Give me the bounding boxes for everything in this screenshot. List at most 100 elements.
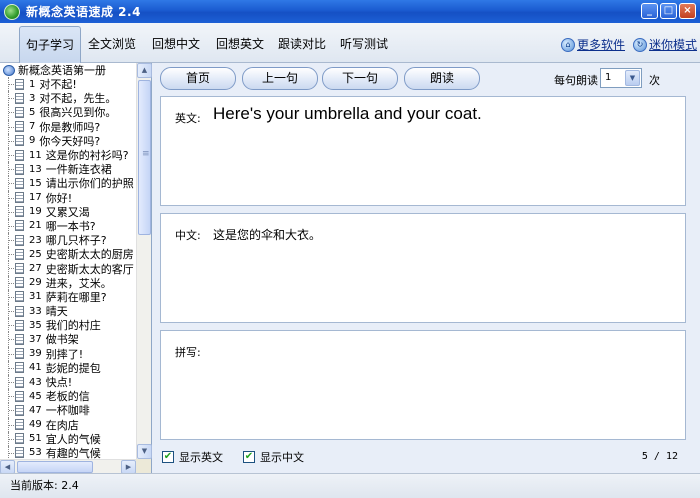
- lesson-item[interactable]: 51 宜人的气候: [0, 431, 136, 447]
- horizontal-scroll-thumb[interactable]: [17, 461, 93, 473]
- lesson-number: 41: [29, 362, 42, 374]
- scroll-up-arrow-icon[interactable]: ▲: [137, 63, 152, 78]
- scroll-corner: [136, 459, 151, 473]
- lesson-item[interactable]: 27 史密斯太太的客厅: [0, 261, 136, 276]
- lesson-item[interactable]: 53 有趣的气候: [0, 445, 136, 459]
- lesson-number: 3: [29, 92, 36, 104]
- tab-follow-read[interactable]: 跟读对比: [276, 33, 328, 55]
- chinese-label: 中文:: [175, 229, 201, 242]
- scroll-left-arrow-icon[interactable]: ◀: [0, 460, 15, 474]
- lesson-item[interactable]: 23 哪几只杯子?: [0, 233, 136, 248]
- english-label: 英文:: [175, 112, 201, 125]
- tab-bar: 句子学习 全文浏览 回想中文 回想英文 跟读对比 听写测试 ⌂ 更多软件 ↻ 迷…: [0, 23, 700, 63]
- tab-recall-chinese[interactable]: 回想中文: [150, 33, 202, 55]
- tree-root[interactable]: 新概念英语第一册: [0, 63, 136, 77]
- lesson-item[interactable]: 39 别摔了!: [0, 346, 136, 361]
- lesson-item[interactable]: 35 我们的村庄: [0, 318, 136, 333]
- document-icon: [15, 135, 24, 147]
- lesson-number: 43: [29, 376, 42, 388]
- document-icon: [15, 78, 24, 90]
- lesson-number: 45: [29, 390, 42, 402]
- lesson-item[interactable]: 47 一杯咖啡: [0, 403, 136, 418]
- sentence-progress: 5 / 12: [641, 451, 678, 462]
- english-panel: 英文: Here's your umbrella and your coat.: [160, 96, 686, 206]
- english-sentence: Here's your umbrella and your coat.: [213, 104, 482, 123]
- lesson-item[interactable]: 11 这是你的衬衫吗?: [0, 147, 136, 163]
- document-icon: [15, 419, 24, 431]
- read-aloud-button[interactable]: 朗读: [404, 67, 480, 90]
- maximize-button[interactable]: □: [660, 3, 677, 19]
- chevron-down-icon[interactable]: ▼: [625, 70, 640, 86]
- lesson-item[interactable]: 1 对不起!: [0, 77, 136, 92]
- scroll-down-arrow-icon[interactable]: ▼: [137, 444, 152, 459]
- document-icon: [15, 248, 24, 260]
- document-icon: [15, 348, 24, 360]
- previous-sentence-button[interactable]: 上一句: [242, 67, 318, 90]
- close-button[interactable]: ×: [679, 3, 696, 19]
- lesson-item[interactable]: 21 哪一本书?: [0, 218, 136, 234]
- lesson-number: 53: [29, 447, 42, 459]
- scroll-right-arrow-icon[interactable]: ▶: [121, 460, 136, 474]
- repeat-label: 每句朗读: [554, 74, 598, 87]
- lesson-number: 37: [29, 333, 42, 345]
- tab-dictation[interactable]: 听写测试: [338, 33, 390, 55]
- lesson-item[interactable]: 7 你是教师吗?: [0, 119, 136, 134]
- tree-horizontal-scrollbar[interactable]: ◀ ▶: [0, 459, 136, 474]
- repeat-count-select[interactable]: 1 ▼: [600, 68, 642, 88]
- tree-vertical-scrollbar[interactable]: ▲ ▼: [136, 63, 152, 459]
- document-icon: [15, 163, 24, 175]
- tab-recall-english[interactable]: 回想英文: [214, 33, 266, 55]
- mini-mode-label: 迷你模式: [649, 38, 698, 52]
- lesson-number: 5: [29, 106, 36, 118]
- document-icon: [15, 319, 24, 331]
- lesson-item[interactable]: 37 做书架: [0, 332, 136, 347]
- document-icon: [15, 390, 24, 402]
- lesson-number: 29: [29, 277, 42, 289]
- document-icon: [15, 447, 24, 459]
- lesson-item[interactable]: 41 彭妮的提包: [0, 360, 136, 376]
- document-icon: [15, 92, 24, 104]
- minimize-button[interactable]: _: [641, 3, 658, 19]
- document-icon: [15, 291, 24, 303]
- lesson-item[interactable]: 45 老板的信: [0, 389, 136, 404]
- lesson-item[interactable]: 13 一件新连衣裙: [0, 162, 136, 177]
- next-sentence-button[interactable]: 下一句: [322, 67, 398, 90]
- dictation-panel[interactable]: 拼写:: [160, 330, 686, 440]
- lesson-item[interactable]: 49 在肉店: [0, 417, 136, 432]
- lesson-item[interactable]: 31 萨莉在哪里?: [0, 289, 136, 305]
- lesson-number: 51: [29, 433, 42, 445]
- lesson-item[interactable]: 43 快点!: [0, 374, 136, 390]
- tab-sentence-study[interactable]: 句子学习: [19, 26, 81, 63]
- lesson-item[interactable]: 9 你今天好吗?: [0, 133, 136, 149]
- show-english-label[interactable]: 显示英文: [179, 449, 223, 465]
- lesson-number: 49: [29, 419, 42, 431]
- tab-full-text[interactable]: 全文浏览: [86, 33, 138, 55]
- lesson-item[interactable]: 17 你好!: [0, 190, 136, 205]
- lesson-item[interactable]: 25 史密斯太太的厨房: [0, 247, 136, 262]
- mini-mode-link[interactable]: ↻ 迷你模式: [633, 36, 697, 53]
- show-chinese-label[interactable]: 显示中文: [260, 449, 304, 465]
- lesson-tree[interactable]: 新概念英语第一册 1 对不起! 3 对不起，先生。 5 很高兴见到你。 7 你是教师吗? 9 你今…: [0, 63, 136, 459]
- version-status: 当前版本: 2.4: [10, 479, 79, 492]
- lesson-item[interactable]: 33 晴天: [0, 304, 136, 319]
- status-bar: 当前版本: 2.4: [0, 473, 700, 498]
- show-english-checkbox[interactable]: ✔: [162, 451, 174, 463]
- vertical-scroll-thumb[interactable]: [138, 80, 151, 235]
- lesson-number: 7: [29, 121, 36, 133]
- lesson-item[interactable]: 5 很高兴见到你。: [0, 105, 136, 120]
- lesson-sidebar: 新概念英语第一册 1 对不起! 3 对不起，先生。 5 很高兴见到你。 7 你是教师吗? 9 你今…: [0, 63, 152, 474]
- lesson-number: 47: [29, 404, 42, 416]
- lesson-item[interactable]: 3 对不起，先生。: [0, 91, 136, 106]
- home-icon: ⌂: [561, 37, 575, 52]
- lesson-number: 31: [29, 291, 42, 303]
- lesson-item[interactable]: 15 请出示你们的护照: [0, 176, 136, 191]
- document-icon: [15, 404, 24, 416]
- lesson-item[interactable]: 29 进来，艾米。: [0, 275, 136, 291]
- more-software-link[interactable]: ⌂ 更多软件: [561, 36, 625, 53]
- first-button[interactable]: 首页: [160, 67, 236, 90]
- show-chinese-checkbox[interactable]: ✔: [243, 451, 255, 463]
- lesson-item[interactable]: 19 又累又渴: [0, 204, 136, 220]
- lesson-number: 19: [29, 206, 42, 218]
- main-panel: 首页 上一句 下一句 朗读 每句朗读 1 ▼ 次 英文: Here's your…: [152, 63, 700, 473]
- document-icon: [15, 121, 24, 133]
